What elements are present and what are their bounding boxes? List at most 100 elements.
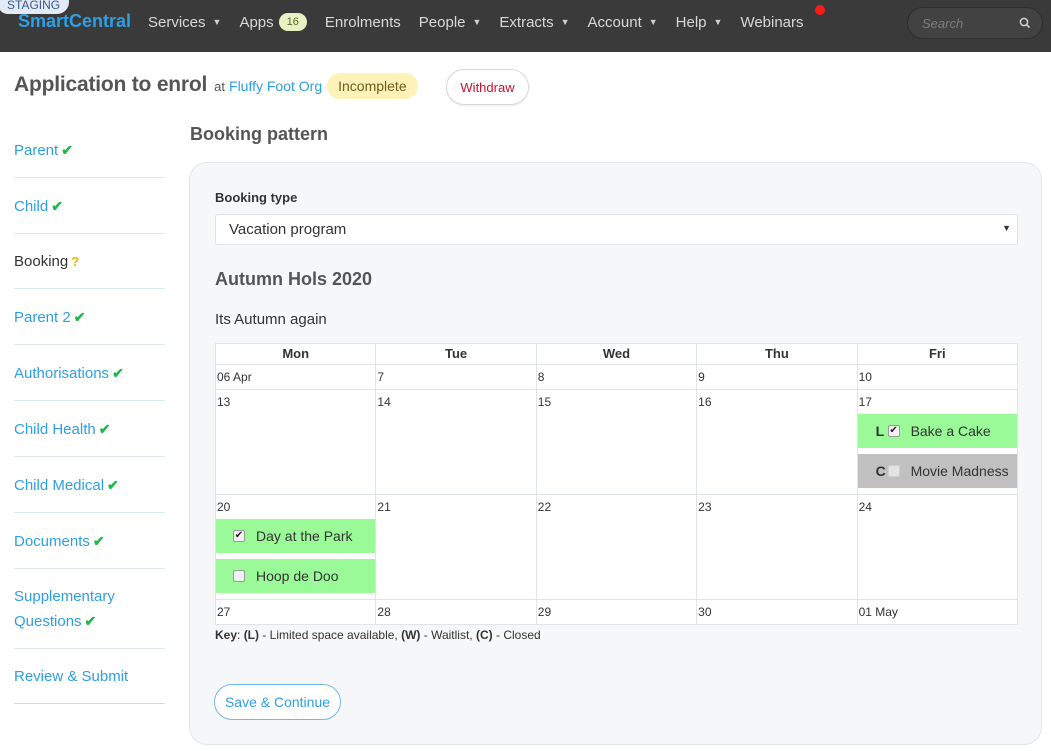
key-description: - Limited space available, [259, 628, 402, 642]
sidebar-item-child[interactable]: Child ✔ [14, 178, 165, 234]
page-title: Application to enrol [14, 72, 208, 96]
session-checkbox[interactable]: ✔ [233, 530, 245, 542]
nav-item-help[interactable]: Help ▼ [676, 14, 723, 31]
check-icon: ✔ [51, 198, 63, 214]
session-label: Day at the Park [256, 528, 353, 544]
apps-count-badge: 16 [278, 13, 307, 31]
nav-item-label: Apps [239, 13, 274, 31]
date-label: 30 [698, 605, 712, 619]
environment-badge: STAGING [0, 0, 70, 14]
sidebar-item-child-medical[interactable]: Child Medical ✔ [14, 457, 165, 513]
calendar-day-cell: 8 [535, 364, 698, 390]
nav-item-label: Webinars [740, 13, 804, 31]
sidebar-item-parent-2[interactable]: Parent 2 ✔ [14, 289, 165, 345]
calendar-day-cell: 15 [535, 389, 698, 495]
booking-panel: Booking type Vacation program ▼ Autumn H… [189, 162, 1042, 745]
search-button[interactable] [1010, 10, 1040, 36]
booking-type-select[interactable]: Vacation program ▼ [215, 214, 1018, 245]
nav-item-enrolments[interactable]: Enrolments [325, 14, 401, 31]
sidebar-item-authorisations[interactable]: Authorisations ✔ [14, 345, 165, 401]
sidebar-item-label: Documents [14, 533, 90, 550]
session-bake-a-cake[interactable]: L ✔ Bake a Cake [857, 414, 1017, 448]
nav-item-services[interactable]: Services ▼ [148, 14, 221, 31]
sidebar-item-label: Supplementary Questions [14, 588, 115, 630]
sidebar-item-label: Child Medical [14, 477, 105, 494]
session-label: Bake a Cake [910, 423, 991, 439]
key-code: (L) [243, 628, 260, 642]
nav-item-apps[interactable]: Apps 16 [239, 13, 307, 31]
calendar-day-cell: 01 May [856, 599, 1019, 625]
calendar-day-cell: 23 [696, 494, 858, 600]
check-icon: ✔ [98, 421, 111, 437]
session-checkbox[interactable] [233, 570, 245, 582]
step-sidebar: Parent ✔ Child ✔ Booking? Parent 2 ✔ Authorisat… [14, 122, 165, 704]
sidebar-item-label: Parent 2 [14, 309, 71, 326]
key-colon: : [237, 628, 244, 642]
date-label: 20 [217, 500, 231, 514]
session-checkbox [887, 465, 900, 477]
nav-item-people[interactable]: People ▼ [419, 14, 482, 31]
date-label: 01 May [858, 605, 898, 619]
day-header-tue: Tue [375, 343, 537, 365]
sidebar-item-documents[interactable]: Documents ✔ [14, 513, 165, 569]
nav-item-label: Help [675, 13, 707, 31]
sidebar-item-booking[interactable]: Booking? [14, 234, 165, 289]
calendar-day-cell: 17 L ✔ Bake a Cake C Movie Madness [856, 389, 1019, 495]
date-label: 7 [377, 370, 385, 384]
nav-item-webinars[interactable]: Webinars [740, 14, 803, 31]
day-header-wed: Wed [535, 343, 698, 365]
at-label: at [214, 79, 226, 94]
nav-item-label: People [418, 13, 466, 31]
calendar-week-row: 27 28 29 30 01 May [214, 599, 1019, 625]
calendar-day-cell: 16 [696, 389, 858, 495]
check-icon: ✔ [61, 142, 73, 158]
calendar-week-row: 20 ✔ Day at the Park Hoop de Doo 21 22 23 24 [214, 494, 1019, 600]
calendar-header-row: Mon Tue Wed Thu Fri [214, 343, 1019, 365]
date-label: 9 [698, 370, 705, 384]
notification-dot-icon [815, 5, 825, 15]
caret-down-icon: ▼ [212, 17, 222, 27]
sidebar-item-child-health[interactable]: Child Health ✔ [14, 401, 165, 457]
calendar-day-cell: 7 [375, 364, 537, 390]
sidebar-item-label: Child [14, 198, 49, 215]
date-label: 06 Apr [217, 370, 252, 384]
withdraw-button[interactable]: Withdraw [446, 69, 529, 105]
key-code: (C) [475, 628, 493, 642]
organisation-link[interactable]: Fluffy Foot Org [229, 78, 322, 94]
session-hoop-de-doo[interactable]: Hoop de Doo [216, 559, 376, 593]
caret-down-icon: ▼ [560, 17, 570, 27]
calendar-week-row: 13 14 15 16 17 L ✔ Bake a Cake C Movie Madness [214, 389, 1019, 495]
calendar-day-cell: 20 ✔ Day at the Park Hoop de Doo [214, 494, 377, 600]
sidebar-item-parent[interactable]: Parent ✔ [14, 122, 165, 178]
calendar-day-cell: 30 [696, 599, 858, 625]
question-icon: ? [71, 254, 80, 269]
key-description: - Closed [492, 628, 541, 642]
date-label: 23 [698, 500, 712, 514]
date-label: 22 [537, 500, 552, 514]
save-continue-button[interactable]: Save & Continue [214, 684, 341, 720]
nav-item-extracts[interactable]: Extracts ▼ [499, 14, 569, 31]
key-prefix: Key [215, 628, 238, 642]
sidebar-item-supplementary-questions[interactable]: Supplementary Questions ✔ [14, 569, 165, 649]
sidebar-item-review-submit[interactable]: Review & Submit [14, 649, 165, 704]
session-day-at-the-park[interactable]: ✔ Day at the Park [216, 519, 376, 553]
session-checkbox[interactable]: ✔ [887, 425, 900, 437]
section-title: Booking pattern [190, 124, 328, 144]
calendar-key: Key: (L) - Limited space available, (W) … [215, 628, 541, 642]
nav-menu: Services ▼ Apps 16 Enrolments People ▼ Extracts… [148, 13, 822, 31]
search-input[interactable] [920, 15, 1010, 32]
calendar-day-cell: 14 [375, 389, 537, 495]
date-label: 28 [377, 605, 391, 619]
check-icon: ✔ [107, 477, 119, 493]
availability-flag: L [875, 423, 885, 439]
date-label: 27 [217, 605, 231, 619]
date-label: 16 [698, 395, 712, 409]
day-header-mon: Mon [214, 343, 377, 365]
calendar-day-cell: 27 [214, 599, 377, 625]
date-label: 14 [377, 395, 391, 409]
availability-flag: C [875, 463, 886, 479]
nav-item-account[interactable]: Account ▼ [588, 14, 658, 31]
date-label: 29 [537, 605, 552, 619]
session-label: Hoop de Doo [256, 568, 339, 584]
brand-logo[interactable]: SmartCentral [18, 11, 131, 32]
